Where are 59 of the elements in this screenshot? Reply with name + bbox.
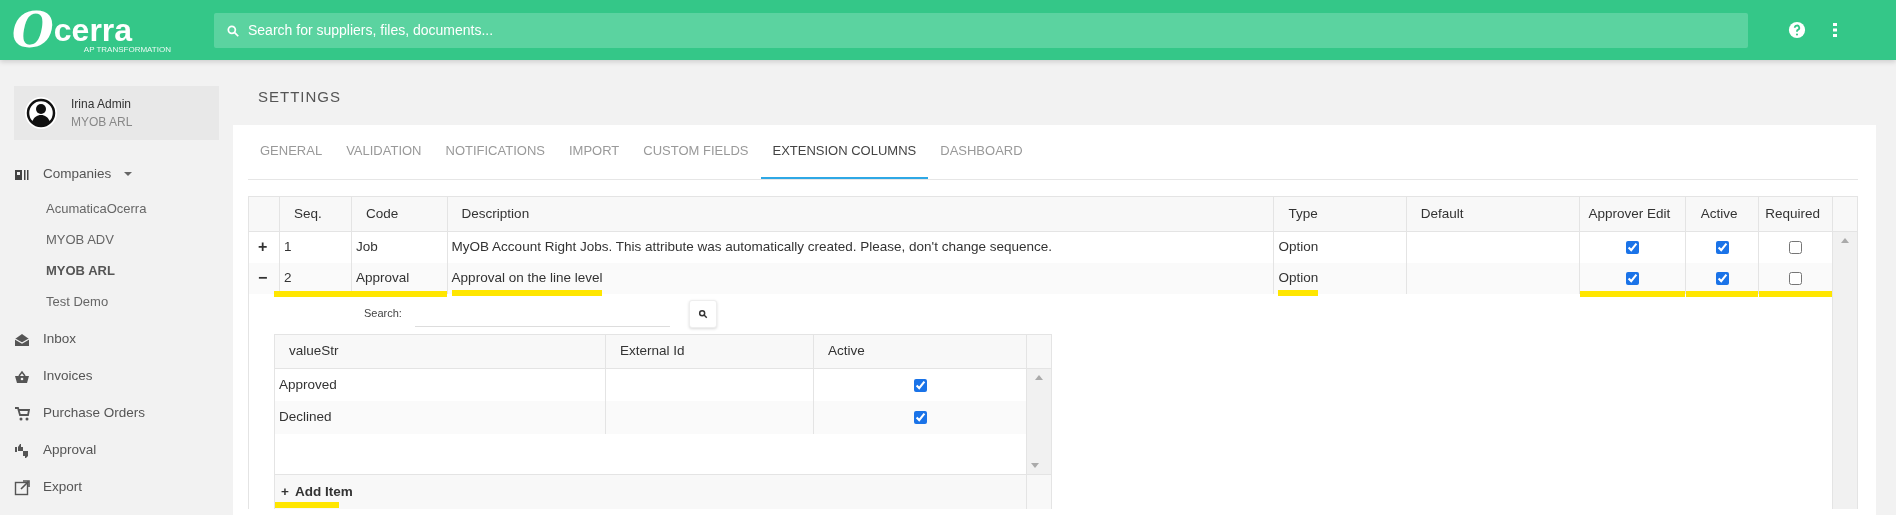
table-cell: Option bbox=[1278, 267, 1319, 289]
column-header: valueStr bbox=[274, 334, 606, 368]
page-title: SETTINGS bbox=[257, 87, 342, 107]
search-button[interactable] bbox=[689, 299, 718, 328]
user-card[interactable]: Irina Admin MYOB ARL bbox=[14, 86, 219, 140]
search-icon bbox=[698, 308, 709, 319]
column-header: Type bbox=[1273, 196, 1407, 232]
avatar-icon bbox=[24, 96, 58, 130]
user-name: Irina Admin bbox=[71, 96, 133, 113]
checkbox[interactable] bbox=[1715, 241, 1729, 255]
caret-icon bbox=[124, 172, 133, 177]
table-cell-text: 1 bbox=[283, 238, 292, 257]
column-header: Required bbox=[1758, 196, 1833, 232]
checkbox[interactable] bbox=[1715, 271, 1729, 285]
company-item[interactable]: AcumaticaOcerra bbox=[14, 193, 219, 224]
cart-icon bbox=[14, 405, 30, 422]
export-icon bbox=[14, 479, 30, 496]
table-cell-text: 2 bbox=[283, 268, 292, 287]
table-cell: Approval on the line level bbox=[451, 267, 603, 289]
checkbox[interactable] bbox=[1625, 241, 1639, 255]
envelope-icon bbox=[14, 331, 30, 348]
settings-tab[interactable]: EXTENSION COLUMNS bbox=[760, 125, 929, 179]
collapse-toggle[interactable]: − bbox=[258, 269, 268, 286]
companies-menu[interactable]: Companies bbox=[14, 156, 219, 193]
checkbox[interactable] bbox=[913, 411, 927, 425]
table-cell-text: Option bbox=[1278, 238, 1319, 257]
checkbox[interactable] bbox=[913, 378, 927, 392]
search-label: Search: bbox=[364, 306, 402, 322]
nav-item[interactable]: Purchase Orders bbox=[14, 395, 219, 432]
checkbox[interactable] bbox=[1625, 271, 1639, 285]
search-icon bbox=[226, 23, 240, 38]
basket-icon bbox=[14, 368, 30, 385]
company-item[interactable]: MYOB ARL bbox=[14, 255, 219, 286]
highlight-mark bbox=[1278, 290, 1319, 297]
table-cell-text: Approval bbox=[355, 268, 410, 287]
company-item[interactable]: Test Demo bbox=[14, 286, 219, 317]
column-header: Seq. bbox=[279, 196, 352, 232]
nav-item[interactable]: Export bbox=[14, 469, 219, 506]
search-field[interactable]: Search for suppliers, files, documents... bbox=[214, 12, 1748, 48]
column-header: Approver Edit bbox=[1579, 196, 1686, 232]
table-cell-text: MyOB Account Right Jobs. This attribute was automatically created. Please, don't change sequence. bbox=[451, 238, 1053, 257]
column-header: External Id bbox=[605, 334, 814, 368]
column-header: Default bbox=[1406, 196, 1580, 232]
checkbox[interactable] bbox=[1789, 271, 1803, 285]
nav-item[interactable]: Inbox bbox=[14, 321, 219, 358]
column-header: Code bbox=[351, 196, 448, 232]
thumbs-icon bbox=[14, 442, 30, 459]
column-header: Description bbox=[447, 196, 1274, 232]
table-cell: Declined bbox=[274, 401, 606, 434]
user-company: MYOB ARL bbox=[71, 114, 133, 131]
expand-toggle[interactable]: + bbox=[258, 238, 268, 256]
company-item[interactable]: MYOB ADV bbox=[14, 224, 219, 255]
column-header: Active bbox=[813, 334, 1027, 368]
nav-item[interactable]: Invoices bbox=[14, 358, 219, 395]
add-item-button[interactable]: + Add Item bbox=[281, 481, 353, 502]
checkbox[interactable] bbox=[1789, 241, 1803, 255]
table-cell-text: Job bbox=[355, 238, 378, 257]
nav-item[interactable]: Approval bbox=[14, 432, 219, 469]
column-header: Active bbox=[1685, 196, 1759, 232]
